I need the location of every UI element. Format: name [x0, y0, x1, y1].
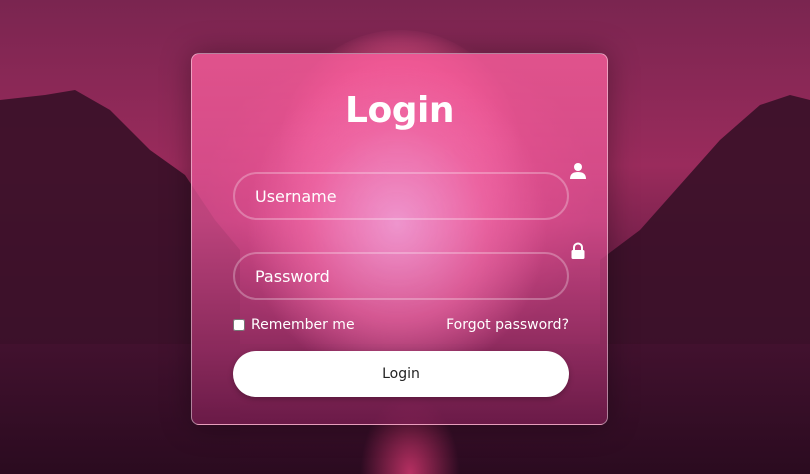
lock-icon: [571, 242, 585, 259]
username-input[interactable]: [235, 174, 567, 218]
username-field[interactable]: [233, 172, 569, 220]
password-field[interactable]: [233, 252, 569, 300]
login-button[interactable]: Login: [233, 351, 569, 397]
login-title: Login: [345, 90, 454, 131]
remember-me-label: Remember me: [251, 317, 355, 333]
options-row: Remember me Forgot password?: [233, 317, 569, 337]
forgot-password-link[interactable]: Forgot password?: [446, 317, 569, 333]
user-icon: [570, 163, 586, 179]
remember-me-checkbox[interactable]: [233, 319, 245, 331]
remember-me[interactable]: Remember me: [233, 317, 355, 333]
login-card: Login Remember me Forgot password? Login: [191, 53, 608, 425]
password-input[interactable]: [235, 254, 567, 298]
